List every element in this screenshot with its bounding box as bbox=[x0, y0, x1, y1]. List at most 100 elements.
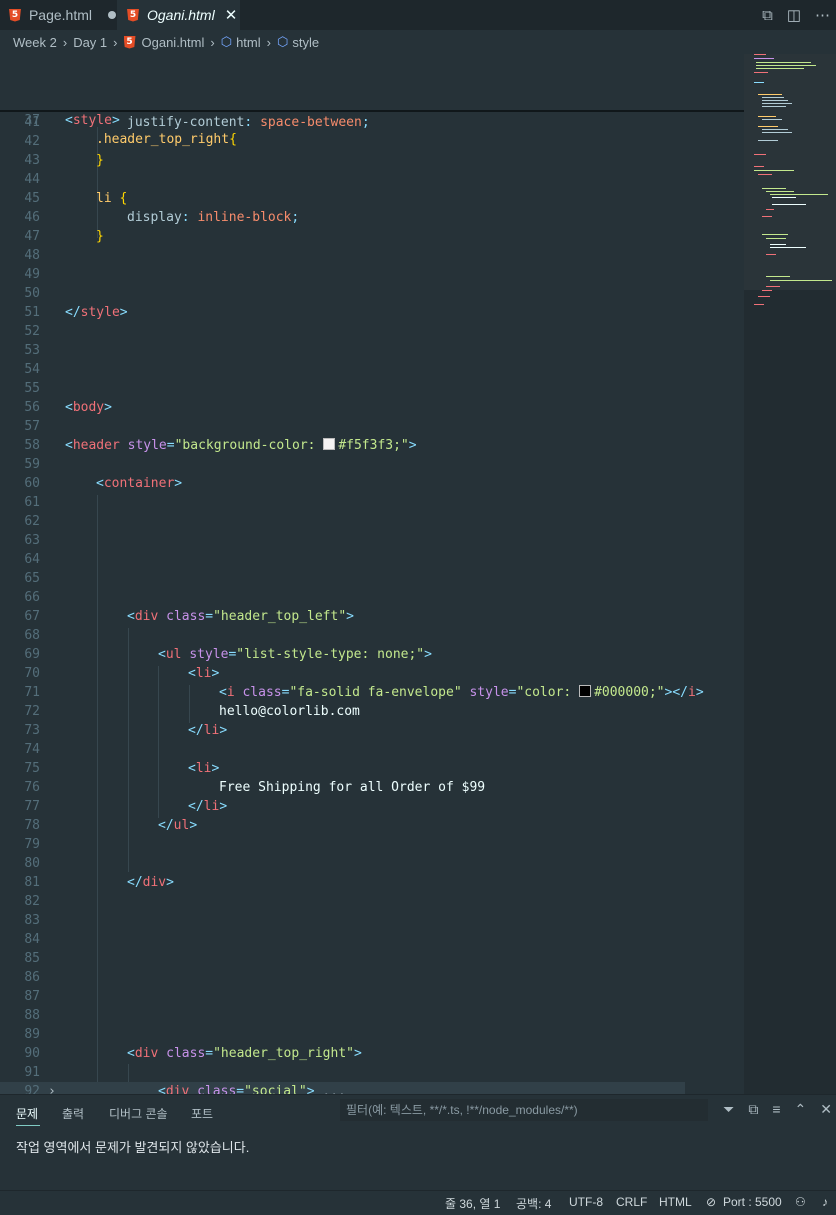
line-number: 74 bbox=[24, 742, 40, 757]
code-line[interactable]: 59 bbox=[0, 455, 744, 474]
more-icon[interactable]: ⋯ bbox=[815, 6, 830, 24]
chevron-right-icon: › bbox=[210, 34, 215, 50]
sticky-line[interactable]: 2 <html> bbox=[0, 54, 744, 109]
list-icon[interactable]: ≡ bbox=[772, 1101, 780, 1118]
code-line[interactable]: 55 bbox=[0, 379, 744, 398]
breadcrumb-item[interactable]: Week 2 bbox=[13, 35, 57, 50]
code-line[interactable]: 71 <i class="fa-solid fa-envelope" style=… bbox=[0, 683, 744, 702]
code-line[interactable]: 74 bbox=[0, 740, 744, 759]
panel-tab-problems[interactable]: 문제 bbox=[16, 1105, 38, 1122]
code-line[interactable]: 52 bbox=[0, 322, 744, 341]
code-line[interactable]: 76 Free Shipping for all Order of $99 bbox=[0, 778, 744, 797]
code-line[interactable]: 69 <ul style="list-style-type: none;"> bbox=[0, 645, 744, 664]
code-line[interactable]: 86 bbox=[0, 968, 744, 987]
code-line[interactable]: 68 bbox=[0, 626, 744, 645]
code-line[interactable]: 65 bbox=[0, 569, 744, 588]
tab-ogani-html[interactable]: 5 Ogani.html ✕ bbox=[117, 0, 240, 30]
status-live-server-port[interactable]: Port : 5500 bbox=[723, 1195, 782, 1209]
code-line[interactable]: 81 </div> bbox=[0, 873, 744, 892]
code-line[interactable]: 84 bbox=[0, 930, 744, 949]
code-line[interactable]: 47} bbox=[0, 227, 744, 246]
code-line[interactable]: 53 bbox=[0, 341, 744, 360]
code-line[interactable]: 50 bbox=[0, 284, 744, 303]
code-line[interactable]: 58 <header style="background-color: #f5f3… bbox=[0, 436, 744, 455]
code-line[interactable]: 49 bbox=[0, 265, 744, 284]
breadcrumb-item[interactable]: Ogani.html bbox=[142, 35, 205, 50]
code-line[interactable]: 54 bbox=[0, 360, 744, 379]
preview-icon[interactable]: ⧉ bbox=[762, 7, 773, 24]
code-line[interactable]: 66 bbox=[0, 588, 744, 607]
chevron-right-icon: › bbox=[62, 34, 68, 50]
breadcrumb-item[interactable]: style bbox=[292, 35, 319, 50]
split-editor-icon[interactable]: ◫ bbox=[787, 6, 801, 24]
line-number: 70 bbox=[24, 666, 40, 681]
line-number: 90 bbox=[24, 1046, 40, 1061]
code-line[interactable]: 67 <div class="header_top_left"> bbox=[0, 607, 744, 626]
code-line[interactable]: 73 </li> bbox=[0, 721, 744, 740]
line-number: 55 bbox=[24, 381, 40, 396]
code-line[interactable]: 75 <li> bbox=[0, 759, 744, 778]
code-line[interactable]: 60 <container> bbox=[0, 474, 744, 493]
minimap-viewport[interactable] bbox=[744, 54, 836, 290]
panel-tab-debug-console[interactable]: 디버그 콘솔 bbox=[109, 1105, 168, 1122]
panel-tab-ports[interactable]: 포트 bbox=[191, 1105, 213, 1122]
code-line[interactable]: 80 bbox=[0, 854, 744, 873]
close-icon[interactable]: ✕ bbox=[225, 6, 238, 24]
color-swatch[interactable] bbox=[323, 438, 336, 450]
code-line[interactable]: 44 bbox=[0, 170, 744, 189]
unsaved-dot-icon[interactable] bbox=[108, 11, 116, 19]
code-line[interactable]: 90 <div class="header_top_right"> bbox=[0, 1044, 744, 1063]
line-number: 45 bbox=[24, 191, 40, 206]
breadcrumb-item[interactable]: Day 1 bbox=[73, 35, 107, 50]
tab-page-html[interactable]: 5 Page.html bbox=[0, 0, 116, 30]
color-swatch[interactable] bbox=[579, 685, 592, 697]
filter-icon[interactable]: ⏷ bbox=[723, 1101, 734, 1118]
status-indentation[interactable]: 공백: 4 bbox=[516, 1195, 551, 1212]
collapse-icon[interactable]: ⧉ bbox=[748, 1101, 758, 1118]
bell-icon[interactable]: ♪ bbox=[822, 1195, 828, 1209]
code-line[interactable]: 88 bbox=[0, 1006, 744, 1025]
line-number: 67 bbox=[24, 609, 40, 624]
chevron-up-icon[interactable]: ⌃ bbox=[795, 1101, 807, 1118]
sticky-line[interactable]: 37 .header_top_right{ bbox=[0, 92, 744, 147]
code-line[interactable]: 57 bbox=[0, 417, 744, 436]
code-line[interactable]: 51 </style> bbox=[0, 303, 744, 322]
code-line[interactable]: 63 bbox=[0, 531, 744, 550]
code-line[interactable]: 82 bbox=[0, 892, 744, 911]
code-line[interactable]: 43} bbox=[0, 151, 744, 170]
line-number: 68 bbox=[24, 628, 40, 643]
code-editor[interactable]: 2 <html> 15 <style> 37 .header_top_right… bbox=[0, 54, 836, 1094]
code-line[interactable]: 79 bbox=[0, 835, 744, 854]
code-line[interactable]: 87 bbox=[0, 987, 744, 1006]
code-line-folded[interactable]: 92 › <div class="social"> ... bbox=[0, 1082, 685, 1094]
code-line[interactable]: 77 </li> bbox=[0, 797, 744, 816]
minimap[interactable] bbox=[744, 54, 836, 1094]
panel-tab-output[interactable]: 출력 bbox=[62, 1105, 84, 1122]
problems-filter-input[interactable]: 필터(예: 텍스트, **/*.ts, !**/node_modules/**) bbox=[340, 1099, 708, 1121]
status-eol[interactable]: CRLF bbox=[616, 1195, 647, 1209]
fold-chevron-icon[interactable]: › bbox=[48, 1082, 56, 1094]
account-icon[interactable]: ⚇ bbox=[795, 1195, 806, 1209]
close-panel-icon[interactable]: ✕ bbox=[820, 1101, 832, 1118]
code-line[interactable]: 48 bbox=[0, 246, 744, 265]
code-line[interactable]: 70 <li> bbox=[0, 664, 744, 683]
line-number: 85 bbox=[24, 951, 40, 966]
breadcrumb-item[interactable]: html bbox=[236, 35, 261, 50]
code-line[interactable]: 91 bbox=[0, 1063, 744, 1082]
code-line[interactable]: 46 display: inline-block; bbox=[0, 208, 744, 227]
status-cursor-position[interactable]: 줄 36, 열 1 bbox=[445, 1195, 500, 1212]
status-language[interactable]: HTML bbox=[659, 1195, 692, 1209]
sticky-line[interactable]: 15 <style> bbox=[0, 73, 744, 128]
status-encoding[interactable]: UTF-8 bbox=[569, 1195, 603, 1209]
code-line[interactable]: 78 </ul> bbox=[0, 816, 744, 835]
code-line[interactable]: 62 bbox=[0, 512, 744, 531]
code-line[interactable]: 83 bbox=[0, 911, 744, 930]
code-line[interactable]: 72 hello@colorlib.com bbox=[0, 702, 744, 721]
code-line[interactable]: 85 bbox=[0, 949, 744, 968]
code-line[interactable]: 45 li { bbox=[0, 189, 744, 208]
line-number: 65 bbox=[24, 571, 40, 586]
code-line[interactable]: 56 <body> bbox=[0, 398, 744, 417]
code-line[interactable]: 89 bbox=[0, 1025, 744, 1044]
code-line[interactable]: 64 bbox=[0, 550, 744, 569]
code-line[interactable]: 61 bbox=[0, 493, 744, 512]
